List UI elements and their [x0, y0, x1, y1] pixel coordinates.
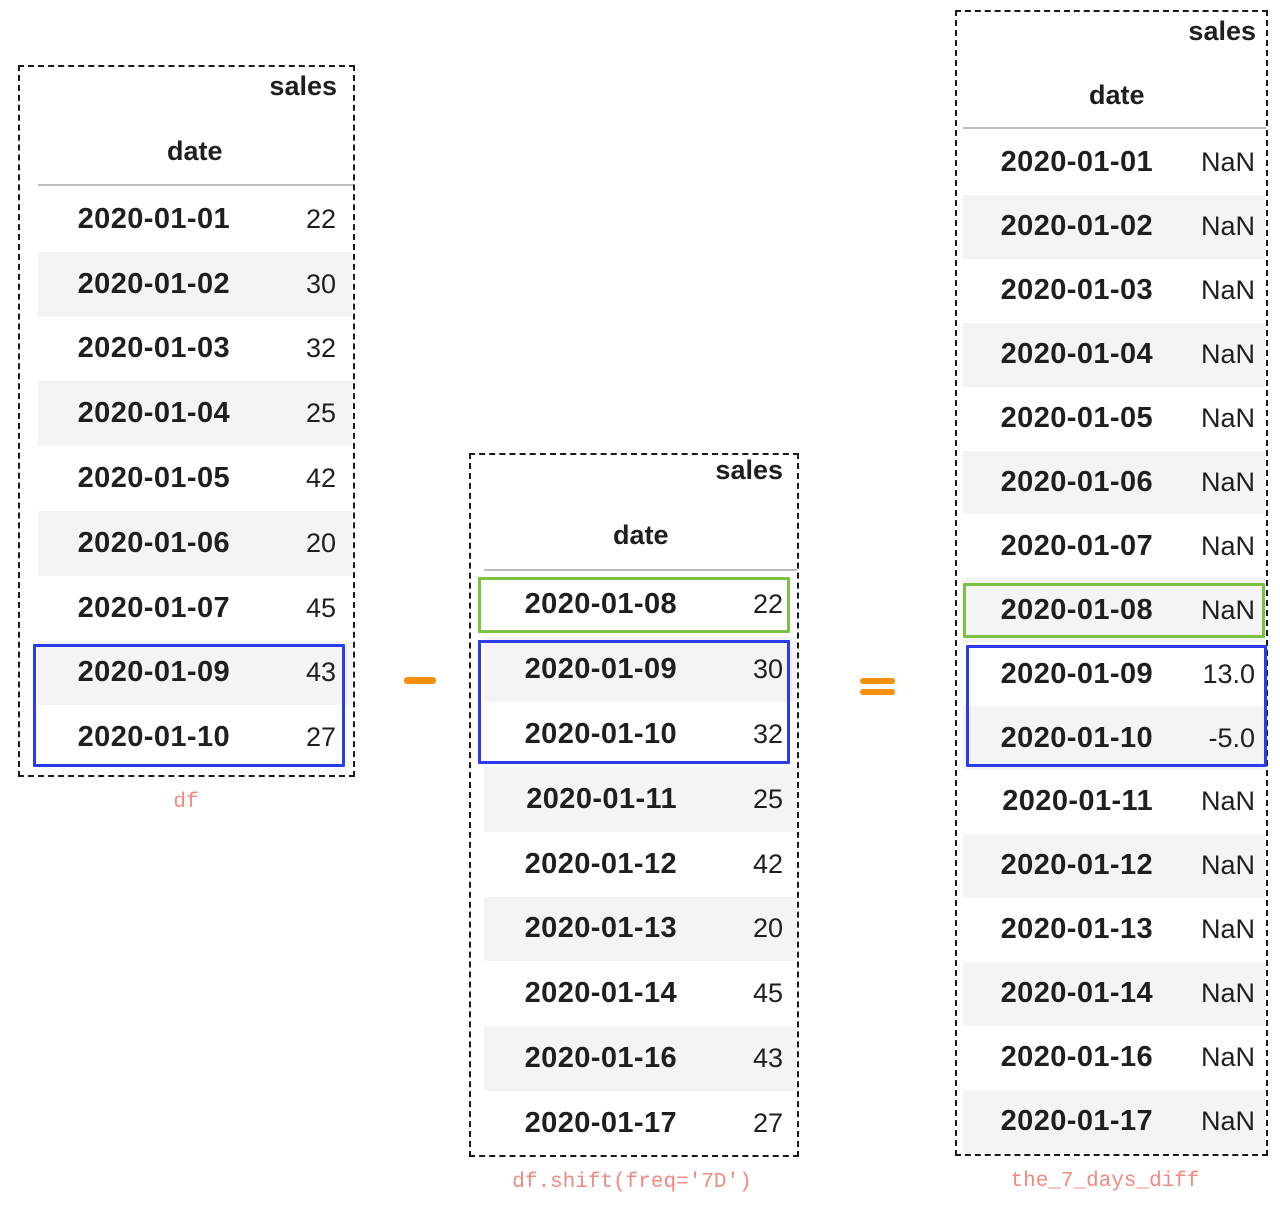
row-date-index: 2020-01-06 — [77, 526, 230, 559]
row-sales-value: NaN — [1200, 978, 1255, 1009]
row-date-index: 2020-01-01 — [77, 202, 230, 235]
row-sales-value: 25 — [752, 783, 783, 814]
row-sales-value: NaN — [1200, 275, 1255, 306]
row-sales-value: NaN — [1200, 147, 1255, 178]
row-sales-value: NaN — [1200, 530, 1255, 561]
row-sales-value: 25 — [305, 398, 336, 429]
diff-table-row: 2020-01-13 NaN — [963, 898, 1265, 962]
row-sales-value: 45 — [752, 978, 783, 1009]
row-sales-value: NaN — [1200, 850, 1255, 881]
diff-table-row: 2020-01-07 NaN — [963, 514, 1265, 578]
row-sales-value: NaN — [1200, 466, 1255, 497]
diff-table-row: 2020-01-14 NaN — [963, 961, 1265, 1026]
row-sales-value: NaN — [1200, 403, 1255, 434]
row-sales-value: 32 — [305, 333, 336, 364]
df-table-row: 2020-01-04 25 — [38, 381, 352, 447]
row-date-index: 2020-01-12 — [1000, 849, 1153, 882]
row-date-index: 2020-01-04 — [77, 397, 230, 430]
shifted-table-row: 2020-01-12 42 — [484, 832, 797, 897]
row-date-index: 2020-01-11 — [526, 782, 677, 815]
df-table-row: 2020-01-05 42 — [38, 446, 352, 511]
row-date-index: 2020-01-16 — [1000, 1041, 1153, 1074]
row-date-index: 2020-01-03 — [77, 332, 230, 365]
row-sales-value: 20 — [305, 527, 336, 558]
equals-operator-icon-bottom — [860, 689, 895, 695]
row-date-index: 2020-01-16 — [524, 1042, 677, 1075]
row-date-index: 2020-01-02 — [77, 267, 230, 300]
df-header-separator — [38, 184, 353, 186]
minus-operator-icon — [404, 677, 436, 684]
diff-highlight-green — [963, 583, 1265, 639]
shifted-table-row: 2020-01-14 45 — [484, 961, 797, 1026]
df-table-row: 2020-01-02 30 — [38, 251, 352, 317]
row-sales-value: NaN — [1200, 1042, 1255, 1073]
row-date-index: 2020-01-02 — [1000, 210, 1153, 243]
shifted-column-header-sales: sales — [715, 455, 783, 485]
df-table-row: 2020-01-06 20 — [38, 511, 352, 576]
row-sales-value: 27 — [752, 1108, 783, 1139]
df-highlight-blue — [33, 643, 345, 768]
diff-column-header-sales: sales — [1188, 16, 1256, 46]
row-date-index: 2020-01-07 — [1000, 529, 1153, 562]
row-sales-value: NaN — [1200, 211, 1255, 242]
row-sales-value: NaN — [1200, 1105, 1255, 1136]
row-date-index: 2020-01-13 — [524, 912, 677, 945]
shifted-index-header-date: date — [613, 520, 669, 550]
df-caption: df — [173, 791, 199, 814]
df-table-row: 2020-01-03 32 — [38, 317, 352, 382]
row-date-index: 2020-01-11 — [1002, 785, 1153, 818]
diff-caption: the_7_days_diff — [1010, 1170, 1200, 1193]
diff-table-row: 2020-01-16 NaN — [963, 1026, 1265, 1090]
diff-table-row: 2020-01-17 NaN — [963, 1089, 1265, 1154]
row-date-index: 2020-01-01 — [1000, 146, 1153, 179]
diff-index-header-date: date — [1089, 80, 1145, 110]
diff-table-row: 2020-01-05 NaN — [963, 387, 1265, 451]
row-date-index: 2020-01-13 — [1000, 913, 1153, 946]
df-table-row: 2020-01-07 45 — [38, 576, 352, 641]
row-date-index: 2020-01-04 — [1000, 338, 1153, 371]
shifted-highlight-green — [478, 577, 790, 633]
df-column-header-sales: sales — [269, 71, 337, 101]
shifted-highlight-blue — [478, 639, 790, 764]
diff-table-row: 2020-01-06 NaN — [963, 450, 1265, 515]
row-sales-value: NaN — [1200, 914, 1255, 945]
row-sales-value: 43 — [752, 1043, 783, 1074]
row-date-index: 2020-01-07 — [77, 591, 230, 624]
row-date-index: 2020-01-05 — [77, 462, 230, 495]
shifted-table-row: 2020-01-17 27 — [484, 1091, 797, 1156]
equals-operator-icon-top — [860, 678, 895, 684]
row-date-index: 2020-01-06 — [1000, 465, 1153, 498]
row-sales-value: 42 — [752, 848, 783, 879]
diff-highlight-blue — [966, 645, 1267, 767]
diff-table-row: 2020-01-04 NaN — [963, 322, 1265, 387]
df-index-header-date: date — [167, 136, 223, 166]
row-date-index: 2020-01-17 — [524, 1107, 677, 1140]
row-date-index: 2020-01-14 — [1000, 977, 1153, 1010]
row-date-index: 2020-01-05 — [1000, 402, 1153, 435]
row-sales-value: 45 — [305, 592, 336, 623]
diff-table-row: 2020-01-03 NaN — [963, 259, 1265, 323]
row-sales-value: 42 — [305, 463, 336, 494]
row-date-index: 2020-01-03 — [1000, 274, 1153, 307]
row-sales-value: 20 — [752, 913, 783, 944]
row-date-index: 2020-01-14 — [524, 977, 677, 1010]
row-date-index: 2020-01-12 — [524, 847, 677, 880]
shifted-table-row: 2020-01-13 20 — [484, 896, 797, 962]
diff-table-row: 2020-01-11 NaN — [963, 770, 1265, 834]
shifted-table-row: 2020-01-16 43 — [484, 1026, 797, 1092]
row-sales-value: NaN — [1200, 339, 1255, 370]
diff-table-row: 2020-01-02 NaN — [963, 194, 1265, 259]
shifted-caption: df.shift(freq='7D') — [512, 1171, 752, 1194]
row-sales-value: 22 — [305, 203, 336, 234]
shifted-table-row: 2020-01-11 25 — [484, 766, 797, 832]
df-table-row: 2020-01-01 22 — [38, 187, 352, 252]
row-date-index: 2020-01-17 — [1000, 1104, 1153, 1137]
shifted-header-separator — [484, 569, 797, 571]
diff-table-row: 2020-01-12 NaN — [963, 833, 1265, 898]
row-sales-value: NaN — [1200, 786, 1255, 817]
diff-table-row: 2020-01-01 NaN — [963, 131, 1265, 195]
row-sales-value: 30 — [305, 268, 336, 299]
diff-header-separator — [963, 127, 1266, 129]
